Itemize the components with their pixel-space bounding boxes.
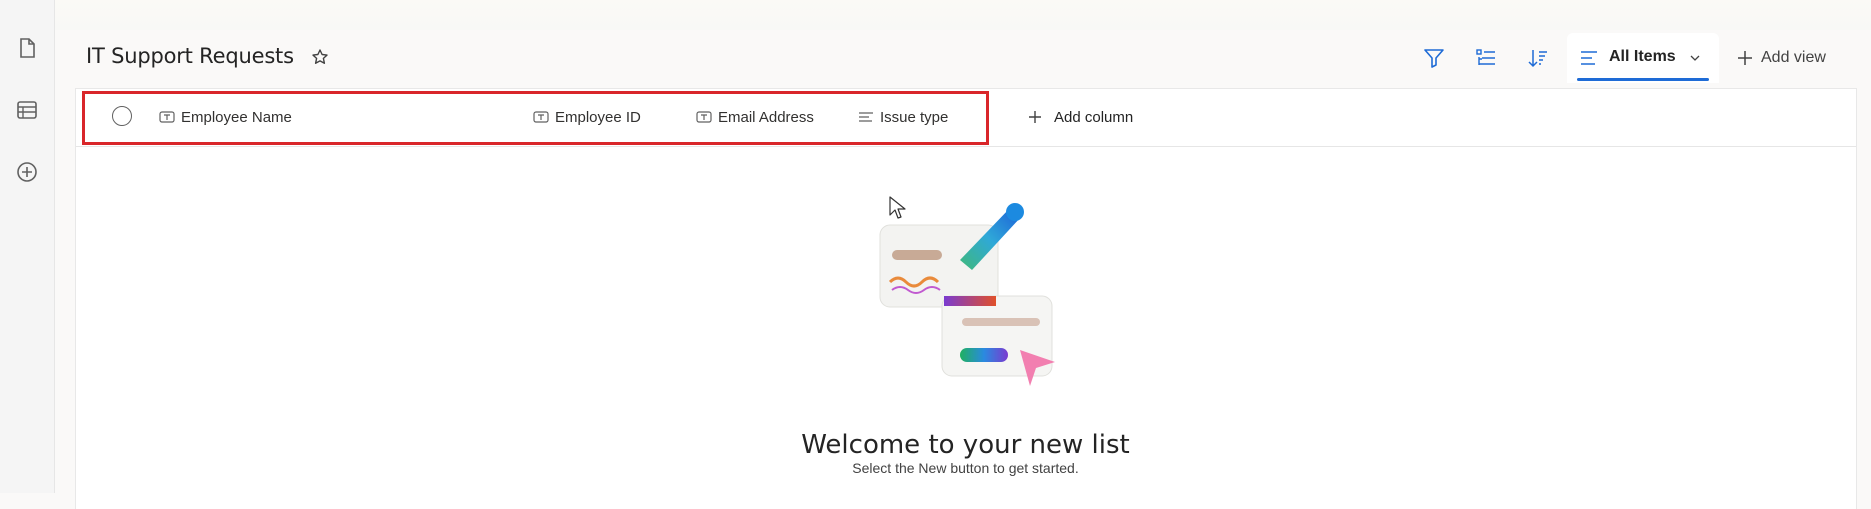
page-title: IT Support Requests xyxy=(86,44,294,68)
top-banner xyxy=(55,0,1871,30)
plus-icon xyxy=(1738,51,1752,65)
filter-icon[interactable] xyxy=(1420,44,1448,72)
plus-icon xyxy=(1029,111,1041,123)
column-employee-name[interactable]: Employee Name xyxy=(159,106,292,128)
column-label: Email Address xyxy=(718,108,814,126)
active-tab-indicator xyxy=(1577,78,1709,81)
group-by-icon[interactable] xyxy=(1472,44,1500,72)
column-label: Employee Name xyxy=(181,108,292,126)
select-all-checkbox[interactable] xyxy=(112,106,132,126)
sort-icon[interactable] xyxy=(1524,44,1552,72)
add-column-button[interactable]: Add column xyxy=(1028,106,1133,128)
view-label: All Items xyxy=(1609,48,1676,65)
mouse-cursor-icon xyxy=(889,196,906,219)
tab-all-items[interactable]: All Items xyxy=(1567,33,1719,83)
column-label: Employee ID xyxy=(555,108,641,126)
text-field-icon xyxy=(696,111,712,123)
empty-state-subtitle: Select the New button to get started. xyxy=(852,460,1079,476)
favorite-star-icon[interactable] xyxy=(311,48,329,71)
column-employee-id[interactable]: Employee ID xyxy=(533,106,641,128)
chevron-down-icon xyxy=(1690,55,1700,61)
list-icon[interactable] xyxy=(11,94,43,126)
choice-field-icon xyxy=(859,112,873,122)
text-field-icon xyxy=(533,111,549,123)
column-issue-type[interactable]: Issue type xyxy=(858,106,948,128)
document-icon[interactable] xyxy=(11,32,43,64)
column-header-row: Employee Name Employee ID Email Address … xyxy=(76,89,1856,147)
add-view-button[interactable]: Add view xyxy=(1737,46,1826,70)
add-view-label: Add view xyxy=(1761,49,1826,66)
column-email-address[interactable]: Email Address xyxy=(696,106,814,128)
empty-state-heading: Welcome to your new list xyxy=(801,430,1130,460)
add-column-label: Add column xyxy=(1054,108,1134,126)
column-label: Issue type xyxy=(880,108,949,126)
view-lines-icon xyxy=(1581,51,1597,65)
text-field-icon xyxy=(159,111,175,123)
add-circle-icon[interactable] xyxy=(11,156,43,188)
left-rail xyxy=(0,0,55,493)
